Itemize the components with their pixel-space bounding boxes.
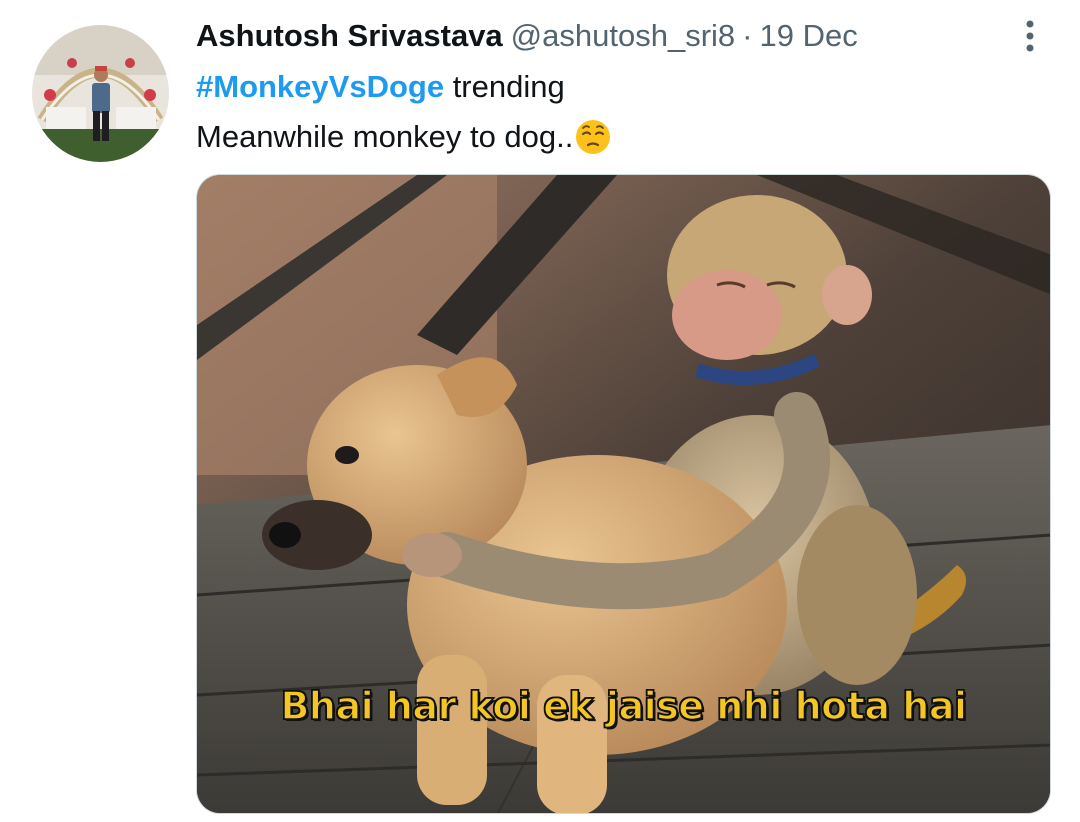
- tweet-header: Ashutosh Srivastava @ashutosh_sri8 · 19 …: [196, 14, 858, 58]
- media-caption: Bhai har koi ek jaise nhi hota hai: [280, 683, 968, 729]
- pensive-face-icon: [575, 119, 611, 165]
- tweet-text-line-2: Meanwhile monkey to dog..: [196, 117, 611, 165]
- tweet: Ashutosh Srivastava @ashutosh_sri8 · 19 …: [0, 0, 1080, 822]
- tweet-media-image[interactable]: Bhai har koi ek jaise nhi hota hai: [196, 174, 1051, 814]
- tweet-date[interactable]: 19 Dec: [759, 18, 857, 54]
- tweet-text-trending: trending: [444, 69, 565, 104]
- hashtag-link[interactable]: #MonkeyVsDoge: [196, 69, 444, 104]
- author-handle[interactable]: @ashutosh_sri8: [511, 18, 735, 54]
- tweet-text-body: Meanwhile monkey to dog..: [196, 119, 574, 154]
- author-display-name[interactable]: Ashutosh Srivastava: [196, 18, 503, 54]
- more-vertical-icon[interactable]: [1010, 14, 1050, 58]
- header-separator: ·: [742, 18, 753, 53]
- avatar[interactable]: [32, 25, 169, 162]
- tweet-text-line-1: #MonkeyVsDoge trending: [196, 67, 565, 107]
